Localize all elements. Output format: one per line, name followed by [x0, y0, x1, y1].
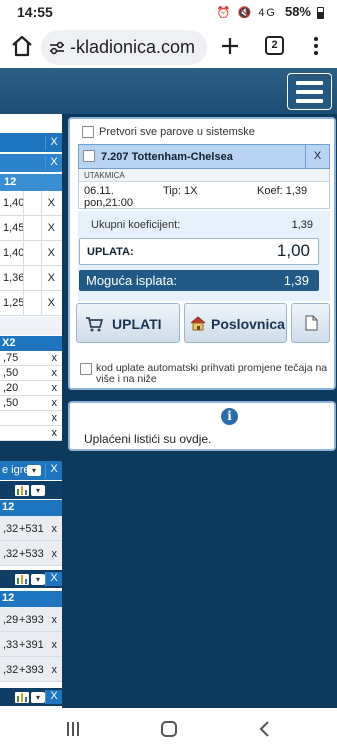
browser-toolbar: -kladionica.com 2 [0, 26, 337, 68]
payout-bar: Moguća isplata: 1,39 [79, 270, 319, 291]
bet-slip: Pretvori sve parove u sistemske 7.207 To… [68, 117, 336, 390]
menu-dots-icon[interactable] [305, 35, 327, 57]
group2-header: 12 [0, 591, 62, 607]
more-games-bar[interactable]: e igre ▾ X [0, 461, 62, 480]
stake-field[interactable]: UPLATA: 1,00 [79, 238, 319, 265]
info-icon: i [221, 408, 238, 425]
odds-row[interactable]: 1,25 X [0, 291, 62, 316]
pair-detail: UTAKMICA 06.11. pon,21:00 Tip: 1X Koef: … [78, 169, 330, 209]
odds-row[interactable]: ,33 +391 x [0, 632, 62, 657]
odds-row[interactable]: ,32 +393 x [0, 657, 62, 682]
total-odds-value: 1,39 [291, 219, 313, 231]
dropdown-icon[interactable]: ▾ [27, 465, 41, 476]
pair-date: 06.11. pon,21:00 [84, 185, 133, 209]
info-text: Uplaćeni listići su ovdje. [84, 432, 212, 446]
block2-header: X2 [0, 336, 62, 351]
offer-header: X [0, 133, 62, 152]
pair-name: 7.207 Tottenham-Chelsea [101, 151, 233, 163]
system-checkbox-label: Pretvori sve parove u sistemske [99, 126, 255, 138]
stats-toolbar: ▾ X [0, 688, 62, 706]
pay-button[interactable]: UPLATI [76, 303, 180, 343]
battery-icon [317, 7, 324, 19]
col-label-x2: X2 [2, 337, 16, 349]
offer-spacer [0, 317, 62, 335]
odds-row[interactable]: ,32 +531 x [0, 516, 62, 541]
site-settings-icon[interactable] [49, 40, 65, 56]
status-bar: 14:55 ⏰ 🔇 4G 58% [0, 0, 337, 26]
odds-row[interactable]: ,50 x [0, 396, 62, 411]
hamburger-icon[interactable] [287, 73, 332, 110]
odds-row[interactable]: ,50 x [0, 366, 62, 381]
payout-label: Moguća isplata: [86, 273, 178, 288]
odds-row[interactable]: x [0, 426, 62, 441]
tab-switcher-button[interactable]: 2 [265, 36, 284, 55]
stake-input[interactable]: 1,00 [277, 241, 310, 261]
system-nav-bar [0, 708, 337, 750]
ticket-totals: Ukupni koeficijent: 1,39 UPLATA: 1,00 Mo… [78, 211, 330, 301]
stats-toolbar: ▾ X [0, 570, 62, 588]
plus-icon[interactable] [219, 35, 241, 57]
total-odds-label: Ukupni koeficijent: [91, 219, 181, 231]
odds-row[interactable]: ,75 x [0, 351, 62, 366]
odds-row[interactable]: 1,40 X [0, 191, 62, 216]
pay-button-label: UPLATI [112, 316, 162, 332]
auto-accept-label: kod uplate automatski prihvati promjene … [96, 362, 328, 385]
status-time: 14:55 [17, 4, 53, 20]
odds-row[interactable]: 1,36 X [0, 266, 62, 291]
dropdown-icon[interactable]: ▾ [31, 692, 45, 703]
dropdown-icon[interactable]: ▾ [31, 574, 45, 585]
cart-icon [86, 317, 103, 332]
dropdown-icon[interactable]: ▾ [31, 485, 45, 496]
odds-column-header: 12 [0, 174, 62, 191]
selected-pair[interactable]: 7.207 Tottenham-Chelsea X [78, 144, 330, 169]
back-icon[interactable] [258, 721, 272, 737]
col-label-12: 12 [4, 176, 17, 188]
shop-button-label: Poslovnica [211, 316, 285, 332]
house-icon [190, 316, 206, 331]
home-nav-icon[interactable] [161, 721, 177, 737]
pair-tip: Tip: 1X [163, 185, 198, 197]
stats-icon[interactable] [15, 574, 29, 585]
stats-icon[interactable] [15, 485, 29, 496]
status-icons: ⏰ 🔇 4G [216, 7, 277, 19]
site-header [0, 68, 337, 114]
system-checkbox[interactable] [82, 126, 94, 138]
battery-percent: 58% [284, 4, 311, 19]
pair-checkbox[interactable] [83, 150, 95, 162]
odds-row[interactable]: 1,45 X [0, 216, 62, 241]
stats-icon[interactable] [15, 692, 29, 703]
odds-row[interactable]: ,29 +393 x [0, 607, 62, 632]
auto-accept-checkbox[interactable] [80, 363, 92, 375]
pair-odds: Koef: 1,39 [257, 185, 308, 197]
odds-row[interactable]: ,32 +533 x [0, 541, 62, 566]
info-box: i Uplaćeni listići su ovdje. [68, 401, 336, 451]
pair-section-label: UTAKMICA [79, 169, 329, 182]
payout-value: 1,39 [283, 273, 309, 288]
document-button[interactable] [291, 303, 330, 343]
shop-button[interactable]: Poslovnica [184, 303, 287, 343]
recent-apps-icon[interactable] [65, 722, 81, 736]
odds-row[interactable]: 1,40 X [0, 241, 62, 266]
stake-label: UPLATA: [87, 246, 134, 258]
stats-toolbar: ▾ [0, 481, 62, 499]
remove-pair-button[interactable]: X [305, 145, 329, 168]
odds-row[interactable]: x [0, 411, 62, 426]
home-icon[interactable] [10, 34, 34, 58]
offer-subheader: X [0, 154, 62, 172]
group1-header: 12 [0, 500, 62, 516]
document-icon [305, 315, 318, 331]
url-text: -kladionica.com [70, 37, 196, 57]
offer-column: X X 12 1,40 X 1,45 X 1,40 X 1,36 X 1,25 X X2 … [0, 114, 62, 708]
address-bar[interactable]: -kladionica.com [41, 30, 207, 65]
offer-close-button[interactable]: X [45, 136, 62, 150]
offer-gap [0, 441, 62, 461]
offer-sub-close-button[interactable]: X [45, 156, 62, 170]
odds-row[interactable]: ,20 x [0, 381, 62, 396]
